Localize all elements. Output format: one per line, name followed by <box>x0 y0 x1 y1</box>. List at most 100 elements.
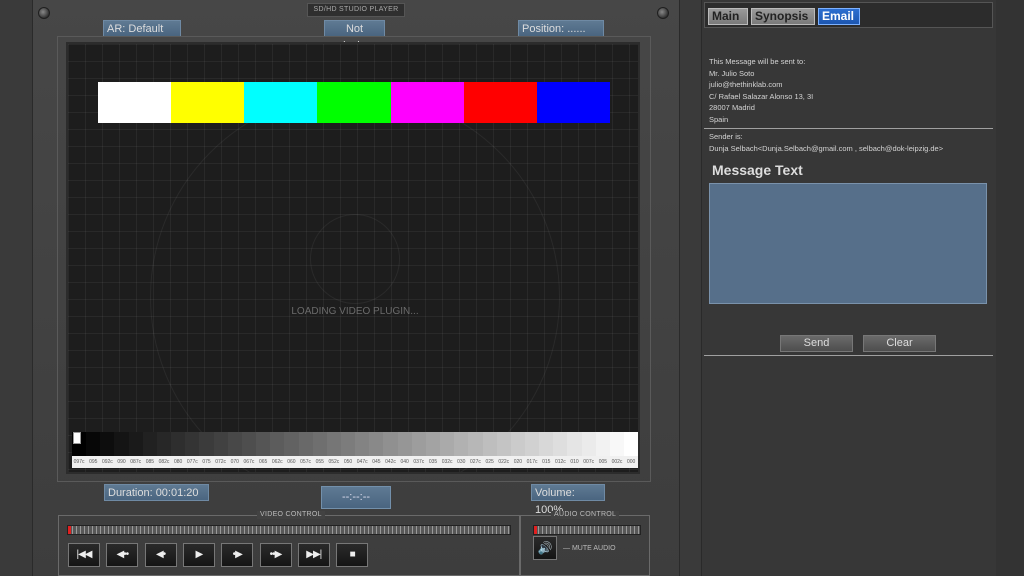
ramp-label: 027c <box>470 459 481 465</box>
grey-step <box>185 432 200 456</box>
ramp-label: 042c <box>385 459 396 465</box>
sender-block: Sender is: Dunja Selbach<Dunja.Selbach@g… <box>709 131 993 154</box>
grey-step <box>142 432 157 456</box>
grey-step <box>553 432 568 456</box>
grey-step <box>581 432 596 456</box>
player-title: SD/HD STUDIO PLAYER <box>307 3 405 17</box>
recipient-street: C/ Rafael Salazar Alonso 13, 3I <box>709 91 814 101</box>
tab-bar: Main Synopsis Email <box>704 2 993 28</box>
fast-forward-button[interactable]: ••▶ <box>259 543 292 567</box>
ramp-label: 087c <box>130 459 142 465</box>
grey-step <box>468 432 483 456</box>
ramp-label: 067c <box>243 459 255 465</box>
tab-synopsis[interactable]: Synopsis <box>751 8 815 25</box>
grey-step <box>256 432 271 456</box>
recipient-email: julio@thethinklab.com <box>709 80 783 89</box>
transport-buttons: |◀◀ ◀•• ◀• ▶ •▶ ••▶ ▶▶| ■ <box>68 543 488 569</box>
color-bar <box>317 82 391 123</box>
recipient-intro: This Message will be sent to: <box>709 57 806 66</box>
ramp-label: 050 <box>343 459 353 465</box>
play-button[interactable]: ▶ <box>182 543 215 567</box>
ramp-label: 085 <box>145 459 155 465</box>
tab-email[interactable]: Email <box>818 8 860 25</box>
grey-step <box>440 432 455 456</box>
color-bar <box>536 82 610 123</box>
grey-step <box>397 432 412 456</box>
ramp-labels: 097c 095 092c 090 087c 085 082c 080 077c 075 072c 0… <box>72 456 638 468</box>
step-forward-button[interactable]: •▶ <box>221 543 254 567</box>
step-back-button[interactable]: ◀• <box>144 543 177 567</box>
timecode-display[interactable]: --:--:-- <box>321 486 391 509</box>
message-textarea[interactable] <box>709 183 987 304</box>
loading-message: LOADING VIDEO PLUGIN... <box>291 306 419 317</box>
grey-step <box>383 432 398 456</box>
ramp-marker <box>73 432 81 444</box>
ramp-label: 077c <box>186 459 198 465</box>
grey-step <box>609 432 625 456</box>
grey-step <box>340 432 356 456</box>
grey-step <box>156 432 172 456</box>
grey-step <box>284 432 299 456</box>
ramp-label: 032c <box>441 459 453 465</box>
grey-step <box>213 432 228 456</box>
ramp-label: 092c <box>101 459 113 465</box>
grey-step <box>227 432 242 456</box>
screw-icon <box>657 7 669 19</box>
grey-step <box>482 432 497 456</box>
clear-button[interactable]: Clear <box>863 335 936 352</box>
volume-handle[interactable] <box>534 526 537 534</box>
grey-step <box>355 432 370 456</box>
ramp-label: 017c <box>526 459 538 465</box>
video-player-panel: SD/HD STUDIO PLAYER AR: Default Not play… <box>32 0 680 576</box>
aspect-ratio-button[interactable]: AR: Default <box>103 20 181 37</box>
audio-control-box: AUDIO CONTROL 🔊 — MUTE AUDIO <box>520 511 650 576</box>
sender-intro: Sender is: <box>709 132 743 141</box>
ramp-label: 000 <box>627 459 636 465</box>
ramp-label: 057c <box>300 459 311 465</box>
ramp-label: 052c <box>328 459 340 465</box>
grey-step <box>241 432 257 456</box>
greyscale-strip <box>72 432 638 456</box>
color-bar <box>463 82 537 123</box>
ramp-label: 020 <box>513 459 523 465</box>
grey-step <box>411 432 426 456</box>
ramp-label: 062c <box>271 459 283 465</box>
ramp-label: 080 <box>174 459 183 465</box>
skip-to-end-button[interactable]: ▶▶| <box>297 543 330 567</box>
fast-rewind-button[interactable]: ◀•• <box>106 543 139 567</box>
send-button[interactable]: Send <box>780 335 853 352</box>
color-bars <box>98 82 610 123</box>
ramp-label: 097c <box>73 459 85 465</box>
ramp-label: 035 <box>428 459 438 465</box>
seek-handle[interactable] <box>68 526 71 534</box>
divider <box>704 128 993 129</box>
skip-to-start-button[interactable]: |◀◀ <box>68 543 100 567</box>
mute-button[interactable]: 🔊 <box>533 536 557 560</box>
ramp-label: 082c <box>158 459 170 465</box>
video-screen[interactable]: LOADING VIDEO PLUGIN... 097c 095 092c 090 08… <box>66 42 640 474</box>
video-seek-bar[interactable] <box>67 525 511 535</box>
tab-main[interactable]: Main <box>708 8 748 25</box>
right-gutter <box>996 0 1024 576</box>
grey-step <box>270 432 285 456</box>
color-bar <box>98 82 172 123</box>
ramp-label: 065 <box>258 459 268 465</box>
grey-step <box>128 432 143 456</box>
ramp-label: 045 <box>372 459 381 465</box>
grey-step <box>624 432 638 456</box>
stop-button[interactable]: ■ <box>336 543 369 567</box>
recipient-city: 28007 Madrid <box>709 103 755 112</box>
ramp-label: 047c <box>356 459 368 465</box>
volume-slider[interactable] <box>533 525 641 535</box>
grey-step <box>525 432 540 456</box>
ramp-label: 040 <box>400 459 409 465</box>
video-control-label: VIDEO CONTROL <box>257 511 325 519</box>
ramp-label: 002c <box>611 459 623 465</box>
grey-step <box>567 432 582 456</box>
audio-control-label: AUDIO CONTROL <box>551 511 620 519</box>
ramp-label: 005 <box>598 459 608 465</box>
greyscale-ramp: 097c 095 092c 090 087c 085 082c 080 077c 075 072c 0… <box>72 432 638 470</box>
ramp-label: 012c <box>554 459 566 465</box>
grey-step <box>86 432 101 456</box>
ramp-label: 022c <box>498 459 510 465</box>
